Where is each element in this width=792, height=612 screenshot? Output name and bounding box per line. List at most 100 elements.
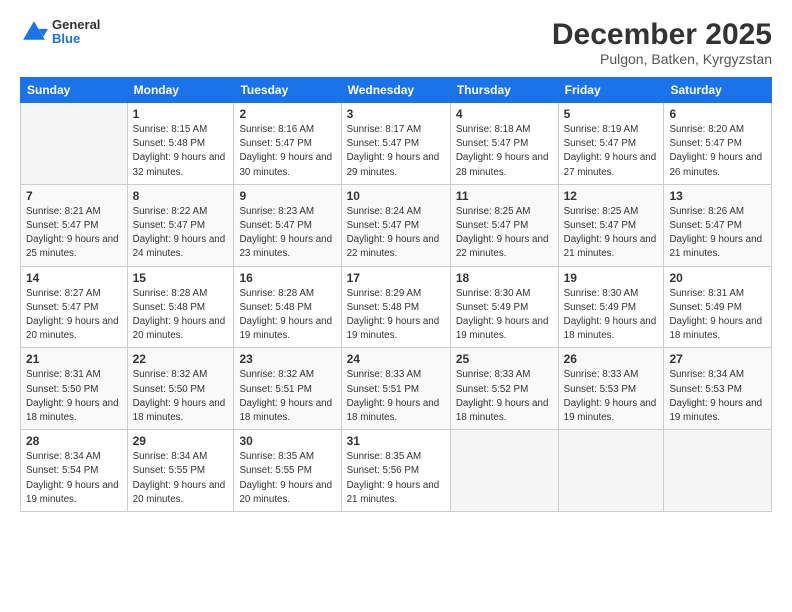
day-number: 23 (239, 352, 335, 366)
day-cell: 2 Sunrise: 8:16 AMSunset: 5:47 PMDaylight… (234, 103, 341, 185)
day-info: Sunrise: 8:26 AMSunset: 5:47 PMDaylight:… (669, 205, 766, 262)
day-cell: 4 Sunrise: 8:18 AMSunset: 5:47 PMDaylight… (450, 103, 558, 185)
day-info: Sunrise: 8:24 AMSunset: 5:47 PMDaylight:… (347, 205, 445, 262)
day-info: Sunrise: 8:15 AMSunset: 5:48 PMDaylight:… (133, 123, 229, 180)
day-number: 27 (669, 352, 766, 366)
day-cell: 8 Sunrise: 8:22 AMSunset: 5:47 PMDaylight… (127, 184, 234, 266)
day-cell: 29 Sunrise: 8:34 AMSunset: 5:55 PMDayligh… (127, 430, 234, 512)
title-block: December 2025 Pulgon, Batken, Kyrgyzstan (552, 18, 772, 67)
day-number: 24 (347, 352, 445, 366)
col-friday: Friday (558, 78, 664, 103)
day-cell: 25Sunrise: 8:33 AMSunset: 5:52 PMDayligh… (450, 348, 558, 430)
day-number: 2 (239, 107, 335, 121)
day-number: 18 (456, 271, 553, 285)
day-info: Sunrise: 8:25 AMSunset: 5:47 PMDaylight:… (564, 205, 659, 262)
logo: General Blue (20, 18, 100, 47)
day-info: Sunrise: 8:16 AMSunset: 5:47 PMDaylight:… (239, 123, 335, 180)
week-row-5: 28 Sunrise: 8:34 AMSunset: 5:54 PMDayligh… (21, 430, 772, 512)
day-cell: 19 Sunrise: 8:30 AMSunset: 5:49 PMDayligh… (558, 266, 664, 348)
day-cell: 6Sunrise: 8:20 AMSunset: 5:47 PMDaylight… (664, 103, 772, 185)
day-info: Sunrise: 8:27 AMSunset: 5:47 PMDaylight:… (26, 287, 122, 344)
day-cell: 28 Sunrise: 8:34 AMSunset: 5:54 PMDayligh… (21, 430, 128, 512)
week-row-1: 1 Sunrise: 8:15 AMSunset: 5:48 PMDaylight… (21, 103, 772, 185)
day-info: Sunrise: 8:17 AMSunset: 5:47 PMDaylight:… (347, 123, 445, 180)
calendar-table: Sunday Monday Tuesday Wednesday Thursday… (20, 77, 772, 512)
day-cell: 3 Sunrise: 8:17 AMSunset: 5:47 PMDaylight… (341, 103, 450, 185)
day-cell (450, 430, 558, 512)
day-info: Sunrise: 8:28 AMSunset: 5:48 PMDaylight:… (239, 287, 335, 344)
day-number: 31 (347, 434, 445, 448)
day-cell: 5Sunrise: 8:19 AMSunset: 5:47 PMDaylight… (558, 103, 664, 185)
day-number: 4 (456, 107, 553, 121)
col-sunday: Sunday (21, 78, 128, 103)
day-info: Sunrise: 8:29 AMSunset: 5:48 PMDaylight:… (347, 287, 445, 344)
day-number: 8 (133, 189, 229, 203)
day-info: Sunrise: 8:33 AMSunset: 5:53 PMDaylight:… (564, 368, 659, 425)
day-cell: 21 Sunrise: 8:31 AMSunset: 5:50 PMDayligh… (21, 348, 128, 430)
logo-text: General Blue (52, 18, 100, 47)
day-info: Sunrise: 8:20 AMSunset: 5:47 PMDaylight:… (669, 123, 766, 180)
day-number: 28 (26, 434, 122, 448)
day-cell: 1 Sunrise: 8:15 AMSunset: 5:48 PMDaylight… (127, 103, 234, 185)
day-cell: 13Sunrise: 8:26 AMSunset: 5:47 PMDayligh… (664, 184, 772, 266)
day-info: Sunrise: 8:34 AMSunset: 5:53 PMDaylight:… (669, 368, 766, 425)
day-number: 10 (347, 189, 445, 203)
day-cell: 10 Sunrise: 8:24 AMSunset: 5:47 PMDayligh… (341, 184, 450, 266)
day-cell: 20 Sunrise: 8:31 AMSunset: 5:49 PMDayligh… (664, 266, 772, 348)
day-cell: 7Sunrise: 8:21 AMSunset: 5:47 PMDaylight… (21, 184, 128, 266)
location: Pulgon, Batken, Kyrgyzstan (552, 51, 772, 67)
logo-icon (20, 18, 48, 46)
day-number: 9 (239, 189, 335, 203)
day-info: Sunrise: 8:30 AMSunset: 5:49 PMDaylight:… (564, 287, 659, 344)
day-info: Sunrise: 8:25 AMSunset: 5:47 PMDaylight:… (456, 205, 553, 262)
day-info: Sunrise: 8:32 AMSunset: 5:51 PMDaylight:… (239, 368, 335, 425)
day-number: 3 (347, 107, 445, 121)
col-thursday: Thursday (450, 78, 558, 103)
day-number: 19 (564, 271, 659, 285)
day-cell: 15Sunrise: 8:28 AMSunset: 5:48 PMDayligh… (127, 266, 234, 348)
day-number: 21 (26, 352, 122, 366)
day-number: 16 (239, 271, 335, 285)
day-info: Sunrise: 8:19 AMSunset: 5:47 PMDaylight:… (564, 123, 659, 180)
day-info: Sunrise: 8:18 AMSunset: 5:47 PMDaylight:… (456, 123, 553, 180)
day-cell: 9Sunrise: 8:23 AMSunset: 5:47 PMDaylight… (234, 184, 341, 266)
day-number: 26 (564, 352, 659, 366)
day-info: Sunrise: 8:34 AMSunset: 5:54 PMDaylight:… (26, 450, 122, 507)
day-info: Sunrise: 8:33 AMSunset: 5:51 PMDaylight:… (347, 368, 445, 425)
day-info: Sunrise: 8:32 AMSunset: 5:50 PMDaylight:… (133, 368, 229, 425)
day-info: Sunrise: 8:31 AMSunset: 5:49 PMDaylight:… (669, 287, 766, 344)
day-number: 29 (133, 434, 229, 448)
col-tuesday: Tuesday (234, 78, 341, 103)
day-number: 1 (133, 107, 229, 121)
day-cell: 12 Sunrise: 8:25 AMSunset: 5:47 PMDayligh… (558, 184, 664, 266)
day-number: 11 (456, 189, 553, 203)
col-saturday: Saturday (664, 78, 772, 103)
day-cell: 31 Sunrise: 8:35 AMSunset: 5:56 PMDayligh… (341, 430, 450, 512)
day-info: Sunrise: 8:35 AMSunset: 5:55 PMDaylight:… (239, 450, 335, 507)
calendar-page: General Blue December 2025 Pulgon, Batke… (0, 0, 792, 612)
header: General Blue December 2025 Pulgon, Batke… (20, 18, 772, 67)
day-info: Sunrise: 8:34 AMSunset: 5:55 PMDaylight:… (133, 450, 229, 507)
logo-blue: Blue (52, 32, 100, 46)
week-row-3: 14Sunrise: 8:27 AMSunset: 5:47 PMDayligh… (21, 266, 772, 348)
week-row-2: 7Sunrise: 8:21 AMSunset: 5:47 PMDaylight… (21, 184, 772, 266)
day-cell: 18Sunrise: 8:30 AMSunset: 5:49 PMDayligh… (450, 266, 558, 348)
day-cell: 23 Sunrise: 8:32 AMSunset: 5:51 PMDayligh… (234, 348, 341, 430)
day-cell: 16 Sunrise: 8:28 AMSunset: 5:48 PMDayligh… (234, 266, 341, 348)
day-number: 15 (133, 271, 229, 285)
day-info: Sunrise: 8:22 AMSunset: 5:47 PMDaylight:… (133, 205, 229, 262)
logo-general: General (52, 18, 100, 32)
day-number: 7 (26, 189, 122, 203)
day-cell: 11 Sunrise: 8:25 AMSunset: 5:47 PMDayligh… (450, 184, 558, 266)
week-row-4: 21 Sunrise: 8:31 AMSunset: 5:50 PMDayligh… (21, 348, 772, 430)
day-cell: 26 Sunrise: 8:33 AMSunset: 5:53 PMDayligh… (558, 348, 664, 430)
day-number: 17 (347, 271, 445, 285)
day-cell: 14Sunrise: 8:27 AMSunset: 5:47 PMDayligh… (21, 266, 128, 348)
day-info: Sunrise: 8:35 AMSunset: 5:56 PMDaylight:… (347, 450, 445, 507)
day-number: 20 (669, 271, 766, 285)
day-cell (664, 430, 772, 512)
day-number: 12 (564, 189, 659, 203)
day-cell (21, 103, 128, 185)
day-cell: 27 Sunrise: 8:34 AMSunset: 5:53 PMDayligh… (664, 348, 772, 430)
day-info: Sunrise: 8:31 AMSunset: 5:50 PMDaylight:… (26, 368, 122, 425)
